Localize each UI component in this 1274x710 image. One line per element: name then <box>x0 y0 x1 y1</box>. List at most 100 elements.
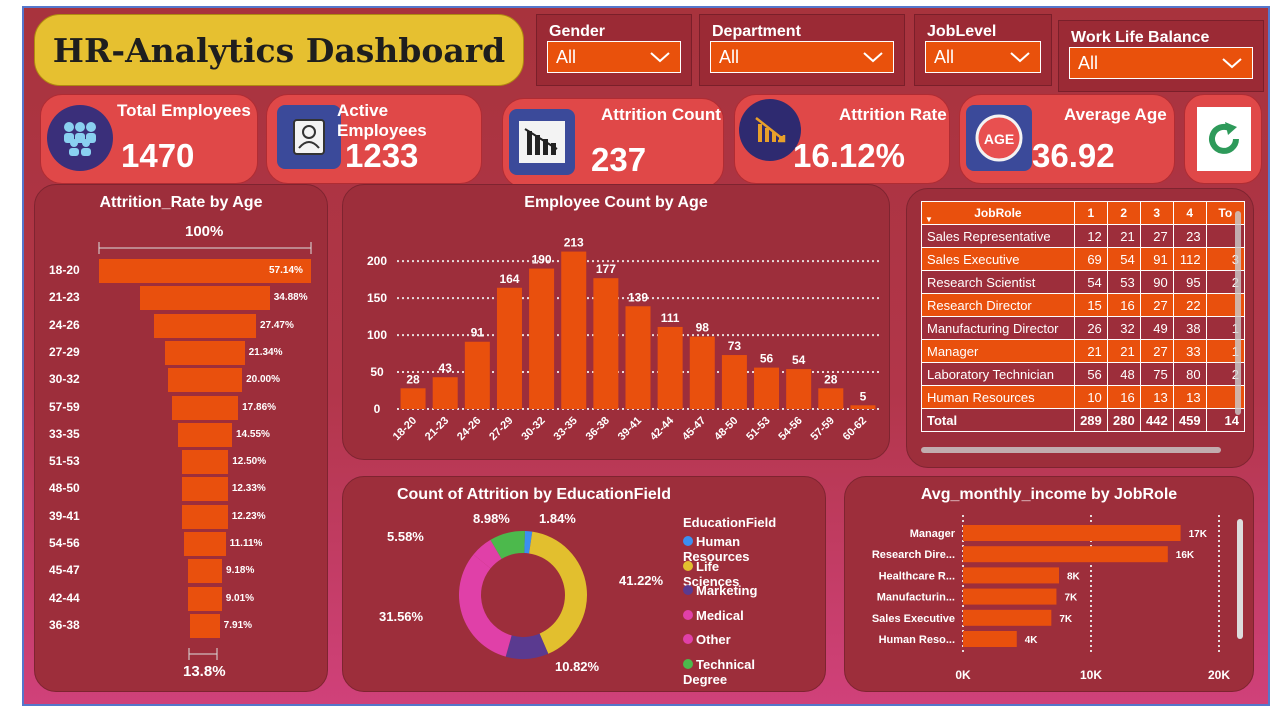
jobrole-column-header[interactable]: JobRole ▼ <box>921 201 1075 225</box>
funnel-row[interactable]: 36-38 7.91% <box>35 613 329 638</box>
donut-slice[interactable] <box>459 554 512 657</box>
bar[interactable] <box>721 355 747 409</box>
bar[interactable] <box>593 278 619 409</box>
funnel-bar[interactable] <box>181 450 229 475</box>
work-life-balance-dropdown[interactable]: All <box>1069 47 1253 79</box>
reset-filters-button[interactable] <box>1184 94 1262 184</box>
funnel-bar[interactable] <box>165 340 245 365</box>
count-cell: 90 <box>1139 270 1174 294</box>
bar[interactable] <box>464 341 490 409</box>
bar[interactable] <box>689 336 715 409</box>
funnel-row[interactable]: 18-20 57.14% <box>35 259 329 283</box>
x-tick-label: 48-50 <box>712 415 740 443</box>
bar[interactable] <box>818 388 844 409</box>
table-row[interactable]: Human Resources 10 16 13 13 <box>921 385 1245 409</box>
work-life-balance-slicer-label: Work Life Balance <box>1071 29 1210 46</box>
bar[interactable] <box>625 306 651 409</box>
x-tick-label: 39-41 <box>616 415 644 443</box>
funnel-bar[interactable] <box>182 477 228 502</box>
bar[interactable] <box>754 367 780 409</box>
bar[interactable] <box>432 377 458 409</box>
bar[interactable] <box>561 251 587 409</box>
educationfield-legend: EducationField Human Resources Life Scien… <box>683 515 776 694</box>
bar[interactable] <box>786 369 812 409</box>
joblevel-3-header[interactable]: 3 <box>1139 201 1174 225</box>
funnel-row[interactable]: 57-59 17.86% <box>35 395 329 420</box>
funnel-row[interactable]: 30-32 20.00% <box>35 368 329 393</box>
kpi-average-age: AGE Average Age 36.92 <box>959 94 1175 184</box>
joblevel-1-header[interactable]: 1 <box>1073 201 1108 225</box>
joblevel-2-header[interactable]: 2 <box>1106 201 1141 225</box>
funnel-category-label: 51-53 <box>49 454 80 469</box>
x-tick-label: 10K <box>1080 668 1102 682</box>
count-cell: 23 <box>1172 224 1207 248</box>
legend-item[interactable]: Marketing <box>683 583 757 598</box>
bar[interactable] <box>963 567 1059 584</box>
x-tick-label: 45-47 <box>680 415 708 443</box>
funnel-value-label: 12.23% <box>231 510 266 522</box>
funnel-row[interactable]: 42-44 9.01% <box>35 586 329 611</box>
count-cell: 21 <box>1073 339 1108 363</box>
y-category-label: Manager <box>910 528 956 540</box>
legend-item[interactable]: Medical <box>683 608 744 623</box>
bar[interactable] <box>963 588 1057 605</box>
gender-dropdown[interactable]: All <box>547 41 681 73</box>
department-dropdown[interactable]: All <box>710 41 894 73</box>
funnel-bar[interactable] <box>171 395 239 420</box>
bar[interactable] <box>529 268 555 409</box>
vertical-scrollbar[interactable] <box>1235 211 1241 415</box>
funnel-bar[interactable] <box>184 532 226 556</box>
count-cell: 15 <box>1073 293 1108 317</box>
funnel-row[interactable]: 21-23 34.88% <box>35 286 329 311</box>
funnel-row[interactable]: 27-29 21.34% <box>35 340 329 365</box>
funnel-bar[interactable] <box>190 613 220 638</box>
funnel-bar[interactable] <box>178 422 232 447</box>
funnel-bar[interactable] <box>154 313 256 338</box>
x-tick-label: 33-35 <box>551 415 579 443</box>
table-row[interactable]: Research Director 15 16 27 22 <box>921 293 1245 317</box>
table-row[interactable]: Manufacturing Director263249381 <box>921 316 1245 340</box>
funnel-row[interactable]: 39-41 12.23% <box>35 504 329 529</box>
vertical-scrollbar[interactable] <box>1237 519 1243 639</box>
table-row[interactable]: Manager212127331 <box>921 339 1245 363</box>
funnel-value-label: 9.18% <box>226 565 255 577</box>
x-tick-label: 18-20 <box>391 415 419 443</box>
bar[interactable] <box>963 609 1052 626</box>
legend-item[interactable]: Technical Degree <box>683 657 776 687</box>
funnel-row[interactable]: 24-26 27.47% <box>35 313 329 338</box>
funnel-row[interactable]: 45-47 9.18% <box>35 559 329 584</box>
bar[interactable] <box>400 388 426 409</box>
table-row[interactable]: Research Scientist545390952 <box>921 270 1245 294</box>
count-cell: 56 <box>1073 362 1108 386</box>
funnel-bar[interactable] <box>187 559 223 584</box>
employee-count-by-age-panel: Employee Count by Age 0 50 100 150 200 28 18-2… <box>342 184 890 460</box>
bar[interactable] <box>850 405 876 409</box>
bar[interactable] <box>963 525 1181 541</box>
funnel-bar[interactable] <box>188 586 222 611</box>
bar[interactable] <box>963 546 1168 563</box>
bar[interactable] <box>963 631 1017 647</box>
funnel-row[interactable]: 54-56 11.11% <box>35 532 329 556</box>
count-cell: 26 <box>1073 316 1108 340</box>
funnel-row[interactable]: 51-53 12.50% <box>35 450 329 475</box>
table-row[interactable]: Sales Representative 12 21 27 23 <box>921 224 1245 248</box>
funnel-bar[interactable] <box>182 504 228 529</box>
kpi-active-employees-value: 1233 <box>345 137 419 174</box>
funnel-row[interactable]: 33-35 14.55% <box>35 422 329 447</box>
funnel-value-label: 34.88% <box>273 292 308 304</box>
funnel-bar[interactable] <box>167 368 243 393</box>
horizontal-scrollbar[interactable] <box>921 447 1221 453</box>
funnel-bar[interactable] <box>140 286 270 311</box>
bar[interactable] <box>657 326 683 409</box>
jobrole-matrix-viewport: JobRole ▼ 1 2 3 4 To Sales Representativ… <box>921 201 1245 445</box>
kpi-attrition-rate: Attrition Rate 16.12% <box>734 94 950 184</box>
joblevel-4-header[interactable]: 4 <box>1172 201 1207 225</box>
table-row[interactable]: Laboratory Technician564875802 <box>921 362 1245 386</box>
count-cell: 54 <box>1106 247 1141 271</box>
joblevel-dropdown[interactable]: All <box>925 41 1041 73</box>
bar-value-label: 73 <box>728 339 742 353</box>
x-tick-label: 27-29 <box>487 415 515 443</box>
legend-item[interactable]: Other <box>683 632 731 647</box>
table-row[interactable]: Sales Executive6954911123 <box>921 247 1245 271</box>
bar[interactable] <box>496 287 522 409</box>
